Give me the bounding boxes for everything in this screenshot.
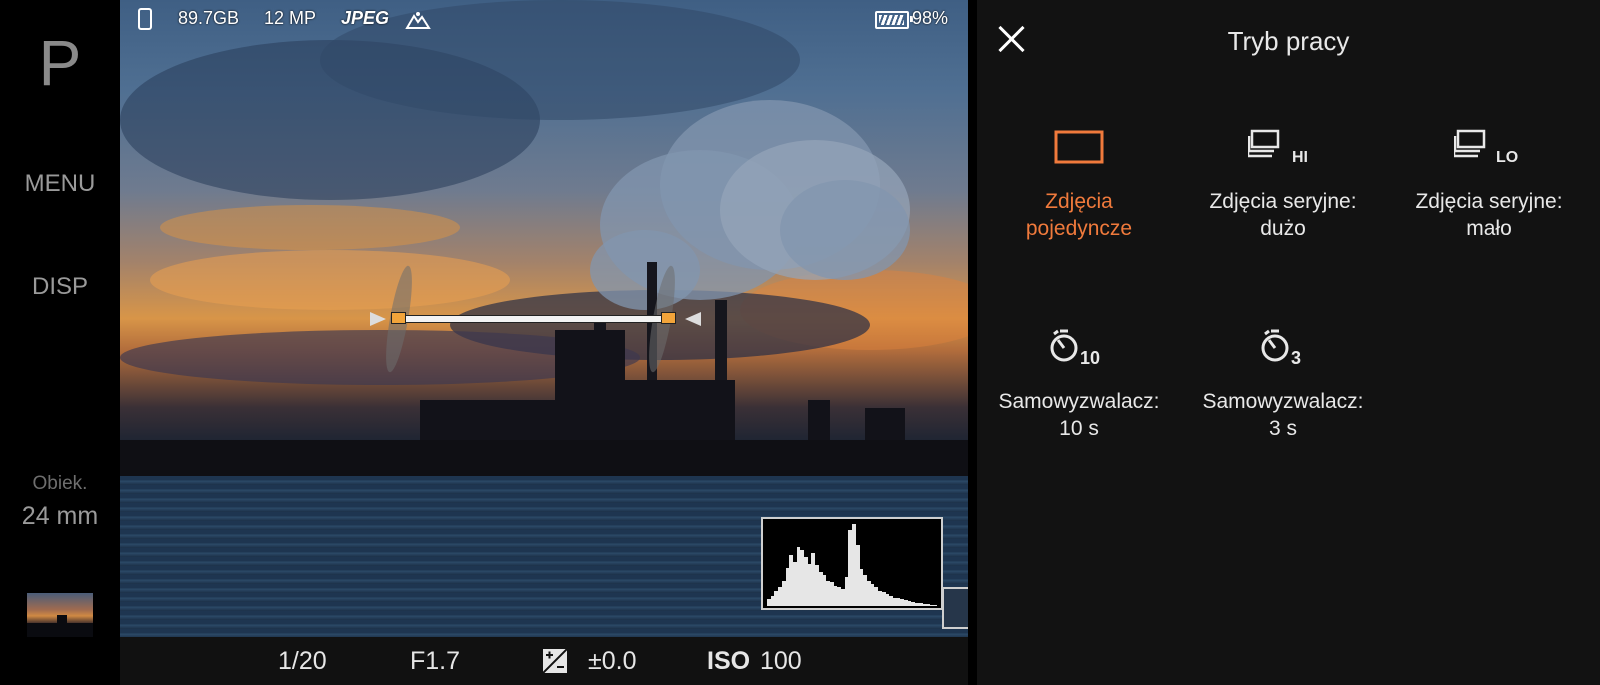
option-label: Samowyzwalacz:: [998, 390, 1160, 413]
option-self-timer-10[interactable]: 10 Samowyzwalacz: 10 s: [979, 328, 1179, 442]
option-sublabel: dużo: [1260, 217, 1306, 240]
timer-10-badge: 10: [1080, 348, 1100, 368]
option-label: Samowyzwalacz:: [1202, 390, 1364, 413]
exposure-compensation-value[interactable]: ±0.0: [588, 647, 636, 676]
burst-lo-icon: LO: [1389, 128, 1589, 174]
option-label: Zdjęcia seryjne:: [1415, 190, 1563, 213]
option-sublabel: 3 s: [1268, 417, 1297, 440]
option-sublabel: mało: [1466, 217, 1512, 240]
drive-mode-panel: Tryb pracy Zdjęcia pojedyncze HI Zdjęcia …: [977, 0, 1600, 685]
exposure-bar: 1/20 F1.7 ±0.0 ISO 100: [120, 637, 968, 685]
battery-icon: [875, 11, 913, 29]
option-burst-lo[interactable]: LO Zdjęcia seryjne: mało: [1389, 128, 1589, 242]
zoom-toggle-tab[interactable]: [942, 587, 968, 629]
burst-hi-icon: HI: [1183, 128, 1383, 174]
option-label: Zdjęcia seryjne:: [1209, 190, 1357, 213]
image-size: 12 MP: [264, 8, 317, 28]
file-format: JPEG: [341, 8, 390, 28]
iso-value[interactable]: 100: [760, 647, 802, 676]
single-frame-icon: [979, 128, 1179, 174]
histogram-bar: [933, 605, 938, 606]
lens-label: Obiek.: [32, 473, 88, 494]
histogram: [761, 517, 943, 610]
shutter-speed[interactable]: 1/20: [278, 647, 327, 676]
left-rail: P MENU DISP Obiek. 24 mm: [0, 0, 120, 685]
storage-remaining: 89.7GB: [178, 8, 240, 28]
burst-lo-badge: LO: [1496, 149, 1518, 166]
self-timer-3-icon: 3: [1183, 328, 1383, 374]
exposure-compensation-icon: [542, 648, 568, 674]
disp-button[interactable]: DISP: [0, 273, 120, 301]
lens-focal-length[interactable]: 24 mm: [0, 502, 120, 531]
phone-icon: [138, 8, 152, 30]
option-self-timer-3[interactable]: 3 Samowyzwalacz: 3 s: [1183, 328, 1383, 442]
iso-label: ISO: [707, 647, 751, 675]
battery-level: 98%: [912, 8, 949, 28]
self-timer-10-icon: 10: [979, 328, 1179, 374]
option-sublabel: pojedyncze: [1025, 217, 1133, 240]
option-burst-hi[interactable]: HI Zdjęcia seryjne: dużo: [1183, 128, 1383, 242]
viewfinder[interactable]: 89.7GB 12 MP JPEG 98%: [120, 0, 968, 637]
last-photo-thumbnail[interactable]: [27, 593, 93, 637]
burst-hi-badge: HI: [1292, 149, 1308, 166]
scene-recognition-icon: [405, 10, 431, 29]
shooting-mode-indicator[interactable]: P: [0, 26, 120, 100]
option-label: Zdjęcia: [1045, 190, 1113, 213]
option-sublabel: 10 s: [1059, 417, 1099, 440]
panel-title: Tryb pracy: [1227, 26, 1350, 56]
option-single-shot[interactable]: Zdjęcia pojedyncze: [979, 128, 1179, 242]
menu-button[interactable]: MENU: [0, 170, 120, 198]
aperture-value[interactable]: F1.7: [410, 647, 460, 676]
timer-3-badge: 3: [1291, 348, 1301, 368]
